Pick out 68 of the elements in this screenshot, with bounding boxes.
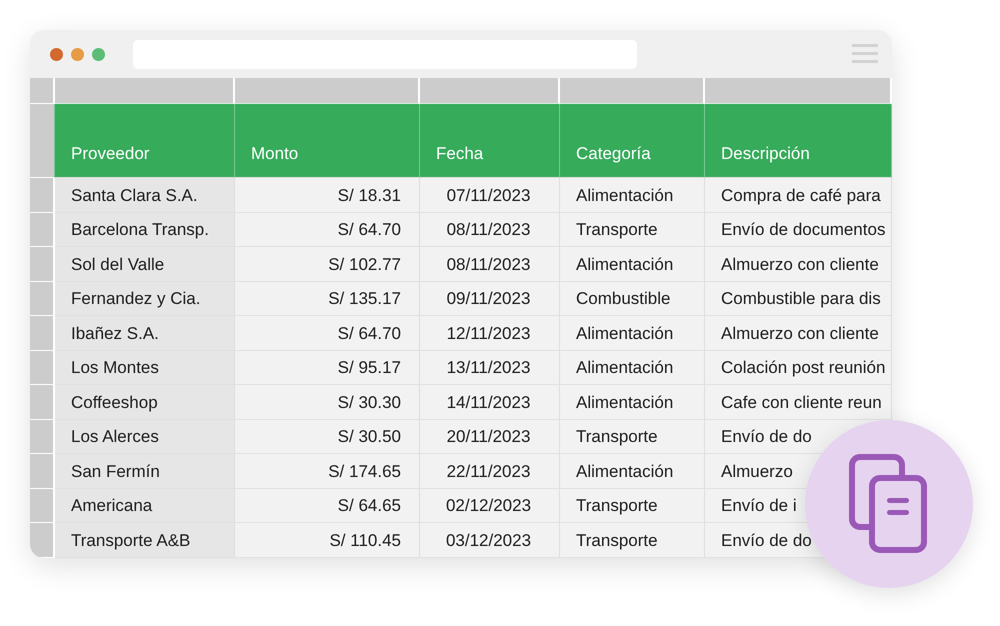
table-cell: S/ 135.17 xyxy=(235,282,420,316)
table-cell: Ibañez S.A. xyxy=(55,316,235,350)
table-cell: 08/11/2023 xyxy=(420,247,560,282)
table-cell: S/ 64.70 xyxy=(235,316,420,350)
table-cell: S/ 174.65 xyxy=(235,454,420,488)
table-cell: Americana xyxy=(55,488,235,523)
column-letter-cell[interactable] xyxy=(560,78,705,104)
table-cell: Los Montes xyxy=(55,350,235,385)
table-cell: Alimentación xyxy=(560,178,705,212)
column-letter-cell[interactable] xyxy=(55,78,235,104)
table-cell: 20/11/2023 xyxy=(420,420,560,454)
table-cell: 07/11/2023 xyxy=(420,178,560,212)
column-letter-cell[interactable] xyxy=(235,78,420,104)
table-cell: San Fermín xyxy=(55,454,235,488)
table-cell: 12/11/2023 xyxy=(420,316,560,350)
table-cell: Fernandez y Cia. xyxy=(55,282,235,316)
table-cell: Alimentación xyxy=(560,316,705,350)
table-cell: 22/11/2023 xyxy=(420,454,560,488)
corner-cell[interactable] xyxy=(30,78,55,104)
column-letter-cell[interactable] xyxy=(705,78,892,104)
table-cell: Transporte xyxy=(560,212,705,247)
table-cell: Alimentación xyxy=(560,247,705,282)
table-cell: Santa Clara S.A. xyxy=(55,178,235,212)
table-cell: S/ 102.77 xyxy=(235,247,420,282)
table-cell: Envío de documentos xyxy=(705,212,892,247)
table-cell: Los Alerces xyxy=(55,420,235,454)
table-cell: Transporte A&B xyxy=(55,523,235,558)
minimize-dot-icon[interactable] xyxy=(71,48,84,60)
column-letter-cell[interactable] xyxy=(420,78,560,104)
table-cell: 09/11/2023 xyxy=(420,282,560,316)
maximize-dot-icon[interactable] xyxy=(92,48,105,60)
table-cell: Barcelona Transp. xyxy=(55,212,235,247)
table-cell: 13/11/2023 xyxy=(420,350,560,385)
table-cell: S/ 110.45 xyxy=(235,523,420,558)
table-cell: S/ 30.50 xyxy=(235,420,420,454)
table-cell: Colación post reunión xyxy=(705,350,892,385)
row-number-cell[interactable] xyxy=(30,104,55,178)
table-cell: Sol del Valle xyxy=(55,247,235,282)
table-cell: Coffeeshop xyxy=(55,385,235,420)
table-cell: Compra de café para xyxy=(705,178,892,212)
table-cell: 02/12/2023 xyxy=(420,488,560,523)
table-cell: 14/11/2023 xyxy=(420,385,560,420)
column-header[interactable]: Monto xyxy=(235,104,420,178)
table-cell: S/ 18.31 xyxy=(235,178,420,212)
table-cell: Alimentación xyxy=(560,385,705,420)
column-header[interactable]: Fecha xyxy=(420,104,560,178)
table-cell: Alimentación xyxy=(560,350,705,385)
table-cell: S/ 95.17 xyxy=(235,350,420,385)
table-cell: Cafe con cliente reun xyxy=(705,385,892,420)
table-cell: S/ 30.30 xyxy=(235,385,420,420)
close-dot-icon[interactable] xyxy=(50,48,63,60)
menu-icon[interactable] xyxy=(852,43,878,65)
table-cell: 08/11/2023 xyxy=(420,212,560,247)
table-cell: 03/12/2023 xyxy=(420,523,560,558)
column-header[interactable]: Proveedor xyxy=(55,104,235,178)
table-cell: Transporte xyxy=(560,523,705,558)
table-cell: Transporte xyxy=(560,420,705,454)
table-cell: S/ 64.65 xyxy=(235,488,420,523)
column-header[interactable]: Descripción xyxy=(705,104,892,178)
table-cell: Transporte xyxy=(560,488,705,523)
table-cell: Almuerzo con cliente xyxy=(705,316,892,350)
table-cell: Almuerzo con cliente xyxy=(705,247,892,282)
column-header[interactable]: Categoría xyxy=(560,104,705,178)
table-cell: Combustible para dis xyxy=(705,282,892,316)
table-cell: S/ 64.70 xyxy=(235,212,420,247)
table-cell: Combustible xyxy=(560,282,705,316)
table-cell: Alimentación xyxy=(560,454,705,488)
documents-icon[interactable] xyxy=(849,454,929,554)
